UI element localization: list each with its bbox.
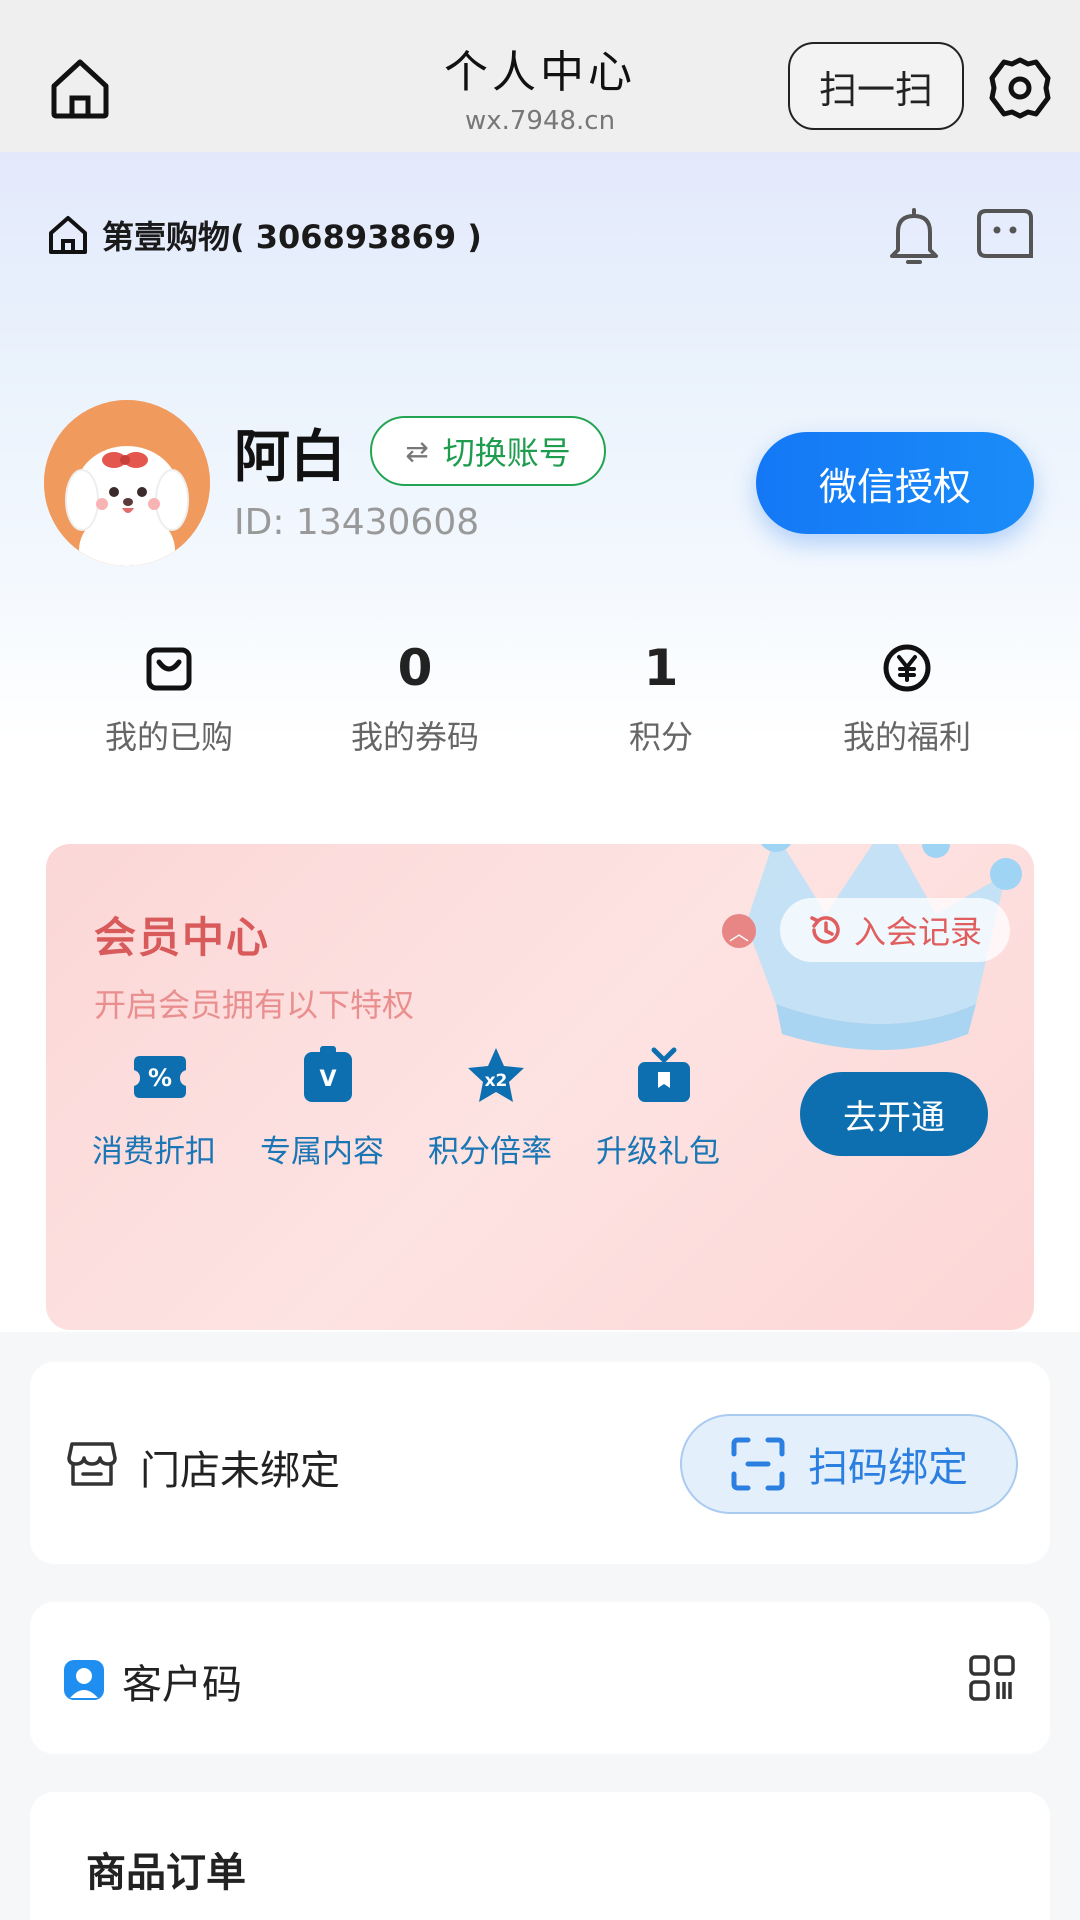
- star-x2-icon: x2: [468, 1048, 524, 1102]
- customer-code-card[interactable]: 客户码: [30, 1602, 1050, 1754]
- svg-text:x2: x2: [485, 1071, 508, 1091]
- perk-item[interactable]: 升级礼包: [596, 1044, 764, 1171]
- svg-text:V: V: [319, 1067, 336, 1092]
- title-block: 个人中心 wx.7948.cn: [340, 36, 740, 136]
- perk-label: 消费折扣: [92, 1134, 216, 1170]
- page-domain: wx.7948.cn: [464, 106, 616, 136]
- shop-row[interactable]: 第壹购物( 306893869 ): [46, 210, 482, 260]
- stat-points[interactable]: 1 积分: [538, 636, 784, 758]
- vip-badge-icon: V: [304, 1046, 352, 1102]
- member-subtitle: 开启会员拥有以下特权: [94, 986, 415, 1024]
- stat-label: 我的福利: [842, 718, 971, 756]
- puppy-avatar-icon: [44, 400, 210, 566]
- stat-label: 我的券码: [350, 718, 479, 756]
- perk-item[interactable]: V 专属内容: [260, 1044, 428, 1171]
- page-title: 个人中心: [444, 47, 636, 98]
- stat-purchased[interactable]: 我的已购: [46, 636, 292, 758]
- qr-code-icon[interactable]: [968, 1654, 1016, 1702]
- perk-label: 升级礼包: [596, 1134, 720, 1170]
- home-icon[interactable]: [44, 52, 116, 124]
- join-record-button[interactable]: 入会记录: [780, 898, 1010, 962]
- customer-code-label: 客户码: [122, 1662, 242, 1708]
- gear-icon[interactable]: [988, 56, 1052, 120]
- member-title: 会员中心: [94, 913, 271, 962]
- shop-home-icon: [49, 216, 87, 254]
- stats-row: 我的已购 0 我的券码 1 积分 我的福利: [0, 636, 1080, 758]
- discount-ticket-icon: %: [134, 1056, 186, 1098]
- history-icon: [810, 916, 840, 944]
- shop-name: 第壹购物( 306893869 ): [102, 218, 482, 256]
- store-status-text: 门店未绑定: [140, 1448, 340, 1494]
- switch-arrows-icon: ⇄: [405, 434, 429, 468]
- stat-label: 积分: [628, 718, 693, 756]
- perks-row: % 消费折扣 V 专属内容 x2 积分倍率 升级礼包: [92, 1044, 764, 1171]
- scan-bind-label: 扫码绑定: [808, 1445, 968, 1491]
- switch-account-label: 切换账号: [442, 434, 571, 472]
- perk-item[interactable]: x2 积分倍率: [428, 1044, 596, 1171]
- bag-icon: [146, 647, 192, 691]
- store-binding-card: 门店未绑定 扫码绑定: [30, 1362, 1050, 1564]
- switch-account-button[interactable]: ⇄ 切换账号: [370, 416, 606, 486]
- user-badge-icon: [64, 1660, 104, 1700]
- chat-icon[interactable]: [976, 208, 1034, 260]
- user-id: ID: 13430608: [234, 502, 480, 543]
- stat-coupons[interactable]: 0 我的券码: [292, 636, 538, 758]
- product-orders-card[interactable]: 商品订单: [30, 1792, 1050, 1920]
- gift-box-icon: [638, 1047, 690, 1102]
- perk-label: 积分倍率: [428, 1134, 552, 1170]
- member-card: 会员中心 开启会员拥有以下特权 ︿ 入会记录 % 消费折扣 V 专属内容 x2 …: [46, 844, 1034, 1330]
- avatar[interactable]: [44, 400, 210, 566]
- scan-bind-button[interactable]: 扫码绑定: [680, 1414, 1018, 1514]
- username: 阿白: [234, 425, 346, 490]
- svg-text:%: %: [148, 1064, 172, 1092]
- bell-icon[interactable]: [884, 204, 944, 268]
- orders-title: 商品订单: [86, 1850, 246, 1896]
- top-bar: 个人中心 wx.7948.cn 扫一扫: [0, 0, 1080, 152]
- perk-item[interactable]: % 消费折扣: [92, 1044, 260, 1171]
- scan-button[interactable]: 扫一扫: [788, 42, 964, 130]
- yen-coin-icon: [883, 644, 931, 692]
- stat-label: 我的已购: [104, 718, 233, 756]
- perk-label: 专属内容: [260, 1134, 384, 1170]
- wechat-auth-button[interactable]: 微信授权: [756, 432, 1034, 534]
- stat-benefits[interactable]: 我的福利: [784, 636, 1030, 758]
- join-record-label: 入会记录: [853, 913, 982, 951]
- scan-frame-icon: [731, 1437, 785, 1491]
- store-icon: [67, 1442, 117, 1486]
- stat-value: 1: [643, 639, 679, 697]
- stat-value: 0: [397, 639, 433, 697]
- open-membership-button[interactable]: 去开通: [800, 1072, 988, 1156]
- collapse-up-icon[interactable]: ︿: [722, 914, 756, 948]
